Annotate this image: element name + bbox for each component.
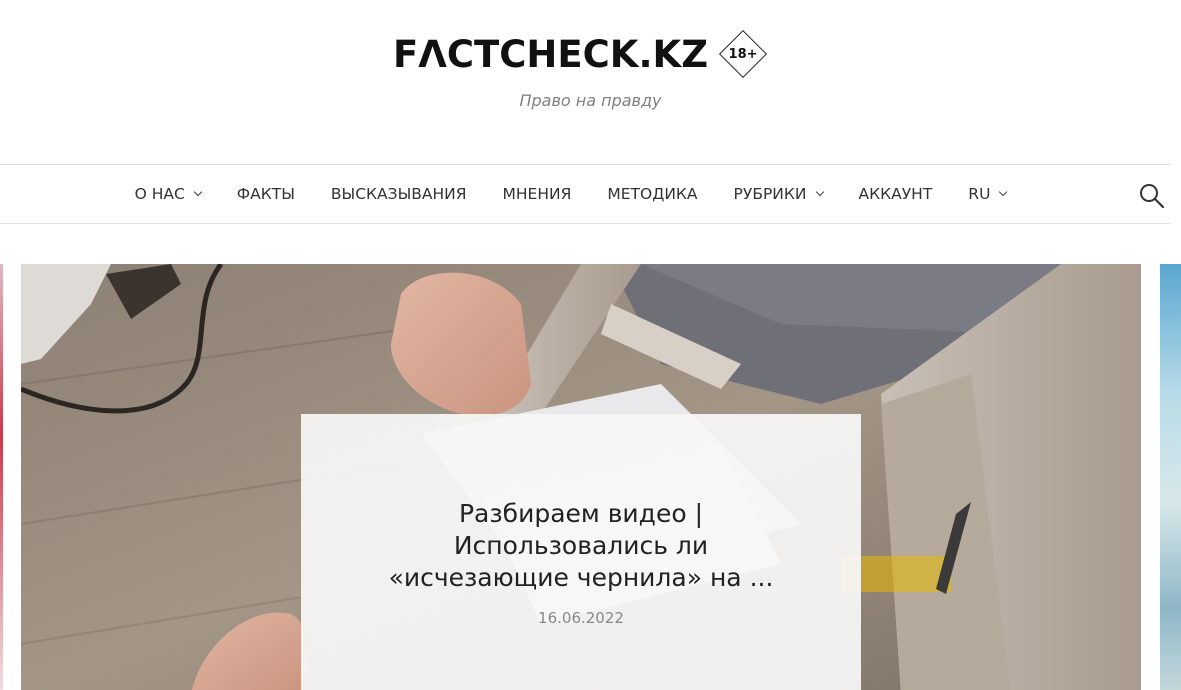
nav-item-label: ВЫСКАЗЫВАНИЯ bbox=[330, 185, 467, 203]
nav-item-account[interactable]: АККАУНТ bbox=[859, 165, 933, 223]
nav-item-rubrics[interactable]: РУБРИКИ bbox=[733, 165, 824, 223]
age-rating-text: 18+ bbox=[728, 46, 758, 62]
nav-item-language[interactable]: RU bbox=[968, 165, 1008, 223]
nav-item-methodology[interactable]: МЕТОДИКА bbox=[607, 165, 697, 223]
slider-previous-preview[interactable] bbox=[0, 264, 3, 690]
nav-item-statements[interactable]: ВЫСКАЗЫВАНИЯ bbox=[331, 165, 467, 223]
site-tagline: Право на правду bbox=[519, 91, 662, 110]
nav-item-label: МЕТОДИКА bbox=[607, 185, 698, 203]
chevron-down-icon bbox=[815, 187, 824, 197]
chevron-down-icon bbox=[999, 187, 1008, 197]
age-rating-badge: 18+ bbox=[718, 29, 768, 79]
logo-text: FΛCTCHECK.KZ bbox=[392, 32, 709, 76]
nav-item-label: RU bbox=[968, 185, 991, 203]
nav-item-opinions[interactable]: МНЕНИЯ bbox=[503, 165, 572, 223]
featured-article-date: 16.06.2022 bbox=[538, 609, 624, 627]
nav-item-about[interactable]: О НАС bbox=[134, 165, 203, 223]
site-logo[interactable]: FΛCTCHECK.KZ 18+ bbox=[393, 29, 768, 79]
nav-item-label: О НАС bbox=[134, 185, 185, 203]
site-header: FΛCTCHECK.KZ 18+ bbox=[0, 24, 1181, 84]
nav-menu: О НАС ФАКТЫ ВЫСКАЗЫВАНИЯ МНЕНИЯ МЕТОДИКА… bbox=[0, 165, 1141, 223]
nav-item-label: ФАКТЫ bbox=[236, 185, 295, 203]
featured-article-card: Разбираем видео | Использовались ли «исч… bbox=[301, 414, 861, 690]
search-icon bbox=[1140, 184, 1165, 209]
chevron-down-icon bbox=[193, 187, 203, 197]
nav-item-label: МНЕНИЯ bbox=[502, 185, 572, 203]
featured-article-title[interactable]: Разбираем видео | Использовались ли «исч… bbox=[361, 498, 801, 594]
nav-item-label: РУБРИКИ bbox=[733, 185, 807, 203]
nav-item-label: АККАУНТ bbox=[858, 185, 933, 203]
main-navigation: О НАС ФАКТЫ ВЫСКАЗЫВАНИЯ МНЕНИЯ МЕТОДИКА… bbox=[0, 164, 1171, 224]
slider-next-preview[interactable] bbox=[1160, 264, 1181, 690]
search-button[interactable] bbox=[1138, 182, 1166, 210]
page: FΛCTCHECK.KZ 18+ Право на правду О НАС Ф… bbox=[0, 0, 1181, 690]
nav-item-facts[interactable]: ФАКТЫ bbox=[237, 165, 295, 223]
